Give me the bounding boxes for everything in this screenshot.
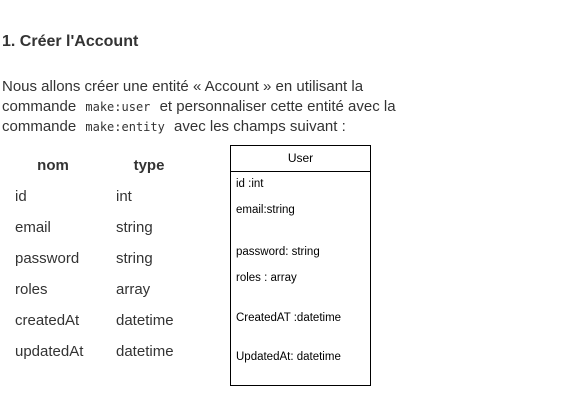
user-attribute: UpdatedAt: datetime — [236, 351, 341, 363]
user-attribute: roles : array — [236, 272, 297, 284]
field-type-cell: int — [116, 188, 132, 205]
column-header-nom: nom — [37, 157, 69, 174]
section-heading: 1. Créer l'Account — [2, 33, 139, 50]
table-header-row: nom type — [2, 150, 194, 181]
make-user-command: make:user — [85, 99, 151, 114]
table-row: password string — [2, 243, 194, 274]
field-type-cell: datetime — [116, 312, 174, 329]
paragraph-line-3: commande make:entity avec les champs sui… — [2, 117, 442, 138]
field-name-cell: id — [15, 188, 27, 205]
intro-paragraph: Nous allons créer une entité « Account »… — [2, 77, 442, 138]
table-row: roles array — [2, 274, 194, 305]
field-name-cell: roles — [15, 281, 48, 298]
table-row: id int — [2, 181, 194, 212]
user-attribute: password: string — [236, 246, 320, 258]
paragraph-line-1: Nous allons créer une entité « Account »… — [2, 78, 364, 95]
user-attribute: CreatedAT :datetime — [236, 312, 342, 324]
field-type-cell: string — [116, 219, 153, 236]
column-header-type: type — [133, 157, 165, 174]
field-name-cell: email — [15, 219, 51, 236]
line3-prefix: commande — [2, 118, 77, 135]
fields-table: nom type id int email string password st… — [2, 150, 194, 367]
user-entity-diagram: User id :int email:string password: stri… — [230, 145, 371, 386]
field-name-cell: createdAt — [15, 312, 80, 329]
user-attribute: email:string — [236, 204, 295, 216]
field-type-cell: array — [116, 281, 151, 298]
paragraph-line-2: commande make:user et personnaliser cett… — [2, 97, 442, 118]
line3-suffix: avec les champs suivant : — [174, 118, 346, 135]
table-row: createdAt datetime — [2, 305, 194, 336]
make-entity-command: make:entity — [85, 120, 165, 134]
field-name-cell: password — [15, 250, 80, 267]
line2-prefix: commande — [2, 97, 77, 115]
user-attribute: id :int — [236, 178, 264, 190]
table-row: updatedAt datetime — [2, 336, 194, 367]
field-name-cell: updatedAt — [15, 343, 84, 360]
field-type-cell: datetime — [116, 343, 174, 360]
table-row: email string — [2, 212, 194, 243]
field-type-cell: string — [116, 250, 153, 267]
user-entity-title: User — [231, 146, 370, 172]
line2-suffix: et personnaliser cette entité avec la — [159, 97, 396, 115]
